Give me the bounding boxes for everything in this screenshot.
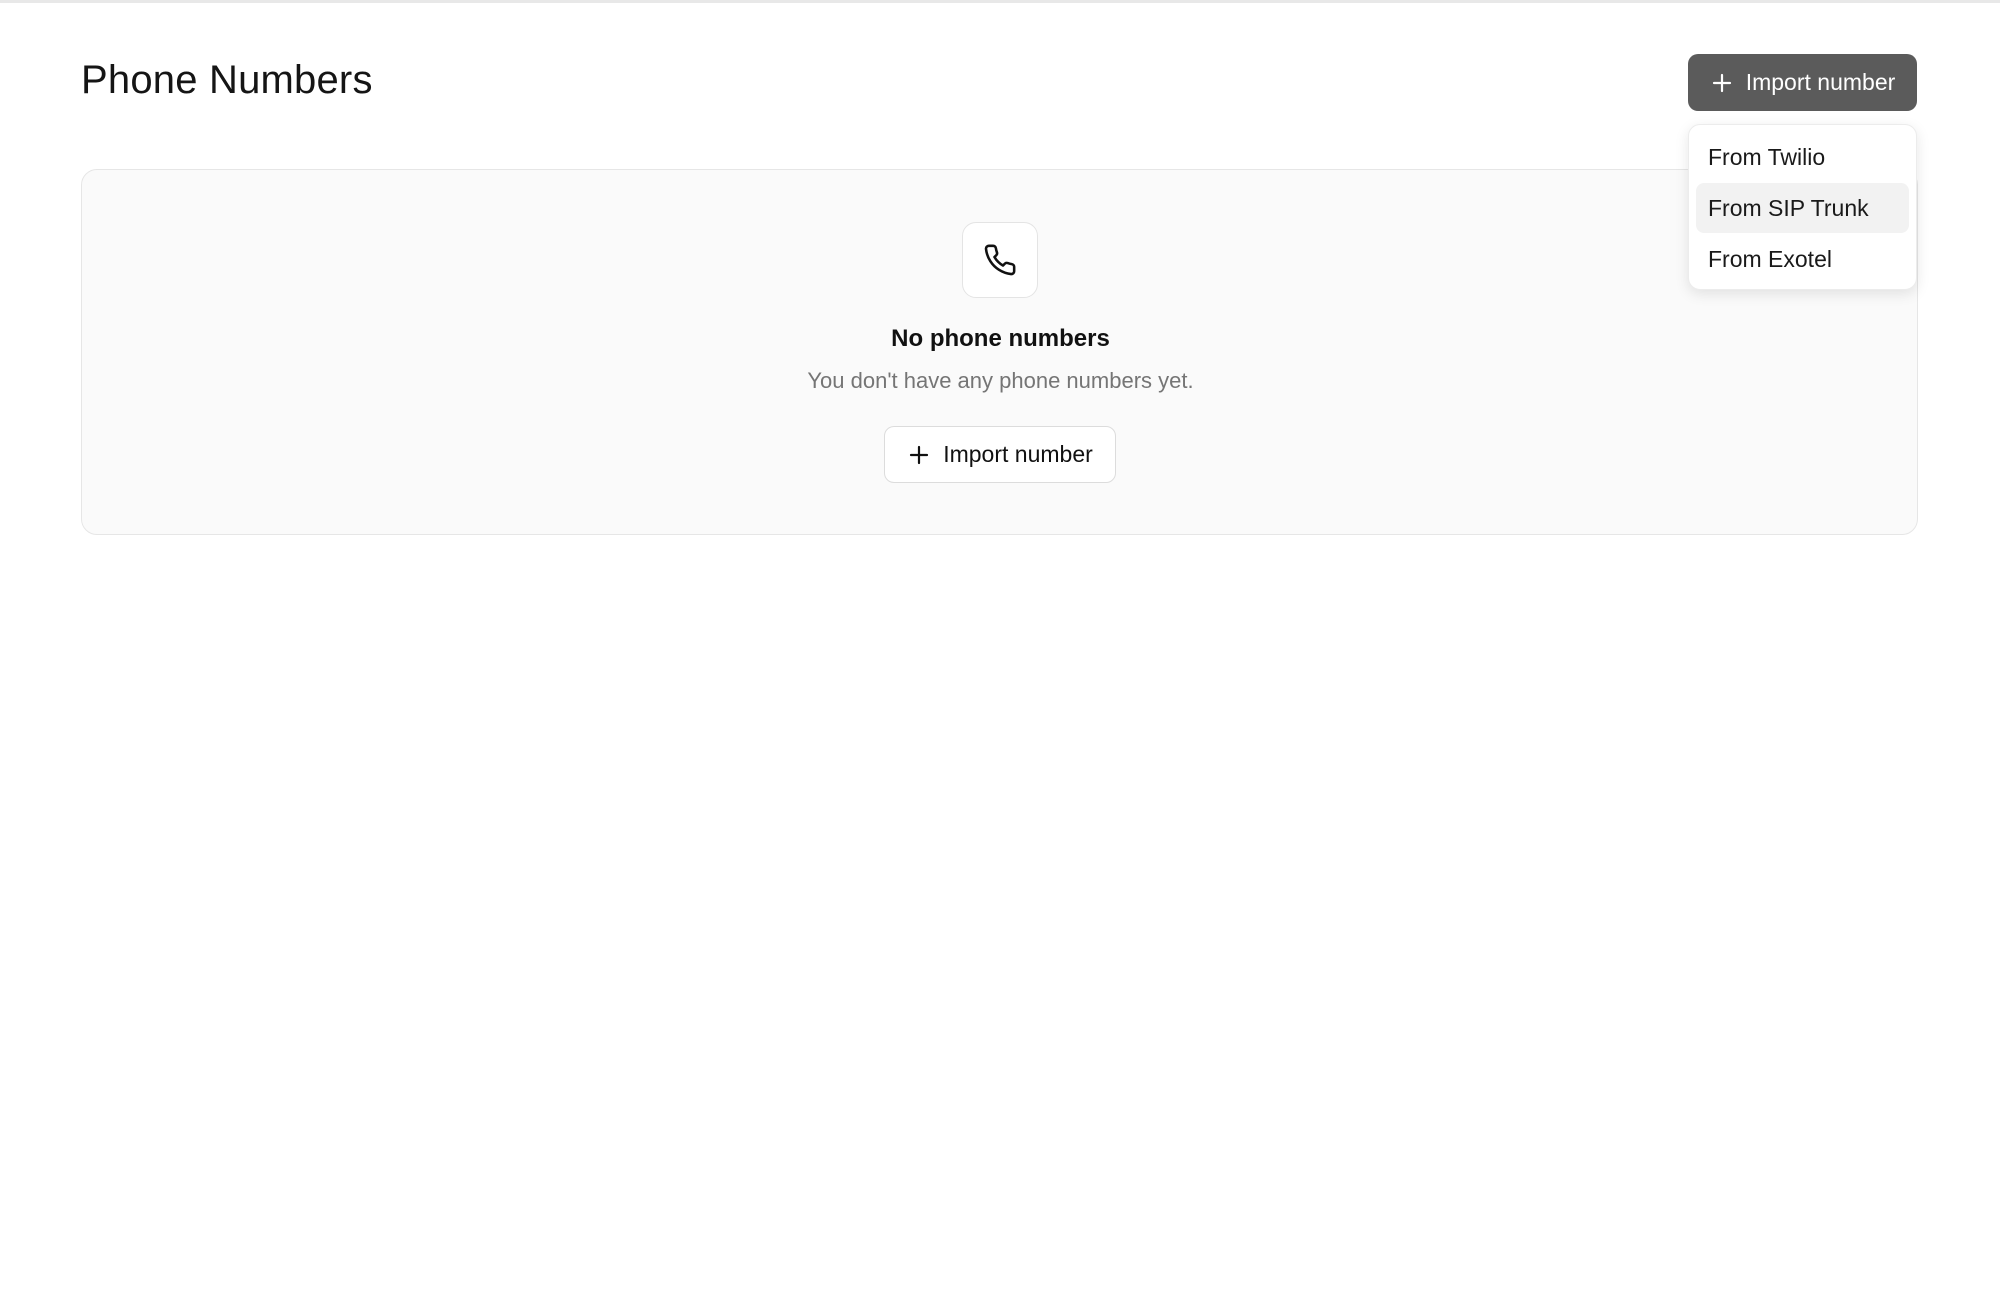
menu-item-from-twilio[interactable]: From Twilio [1696,132,1909,182]
plus-icon [1710,71,1734,95]
plus-icon [907,443,931,467]
phone-icon [962,222,1038,298]
top-border [0,0,2000,3]
import-number-button-label: Import number [1745,69,1896,95]
menu-item-from-sip-trunk[interactable]: From SIP Trunk [1696,183,1909,233]
empty-state-import-number-button-label: Import number [943,441,1093,467]
import-number-menu: From Twilio From SIP Trunk From Exotel [1688,124,1917,290]
import-number-button[interactable]: Import number [1688,54,1917,111]
menu-item-from-exotel[interactable]: From Exotel [1696,234,1909,284]
empty-state-import-number-button[interactable]: Import number [884,426,1116,483]
page-title: Phone Numbers [81,58,373,102]
empty-state-title: No phone numbers [891,325,1110,352]
empty-state-card: No phone numbers You don't have any phon… [81,169,1918,535]
empty-state-subtitle: You don't have any phone numbers yet. [807,368,1194,393]
